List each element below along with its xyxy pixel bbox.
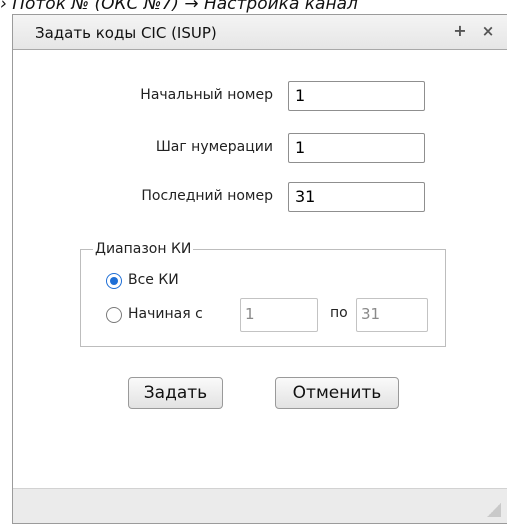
last-number-label: Последний номер — [141, 188, 273, 204]
apply-button[interactable]: Задать — [128, 377, 223, 409]
background-page-caption: › Поток № (ОКС №7) → Настройка канал — [0, 0, 358, 14]
radio-all-channels-button[interactable] — [106, 273, 122, 289]
step-input[interactable]: 1 — [288, 133, 425, 163]
last-number-input[interactable]: 31 — [288, 182, 425, 212]
dialog-title: Задать коды CIC (ISUP) — [35, 24, 217, 42]
close-icon[interactable]: × — [479, 21, 497, 41]
dialog-titlebar[interactable]: Задать коды CIC (ISUP) + × — [13, 15, 507, 50]
start-number-row: Начальный номер 1 — [13, 81, 507, 111]
range-to-label: по — [330, 305, 348, 321]
cic-dialog: Задать коды CIC (ISUP) + × Начальный ном… — [12, 14, 507, 524]
resize-grip-icon[interactable] — [487, 503, 501, 517]
range-from-input[interactable]: 1 — [240, 298, 318, 332]
channel-range-legend: Диапазон КИ — [95, 241, 192, 257]
radio-from-channel-label[interactable]: Начиная с — [128, 306, 203, 322]
last-number-row: Последний номер 31 — [13, 182, 507, 212]
radio-all-channels-label[interactable]: Все КИ — [128, 272, 179, 288]
start-number-label: Начальный номер — [140, 87, 273, 103]
dialog-statusbar — [13, 488, 507, 523]
step-row: Шаг нумерации 1 — [13, 133, 507, 163]
step-label: Шаг нумерации — [155, 139, 273, 155]
cancel-button[interactable]: Отменить — [275, 377, 399, 409]
radio-from-channel-button[interactable] — [106, 307, 122, 323]
plus-icon[interactable]: + — [451, 21, 469, 41]
range-to-input[interactable]: 31 — [356, 298, 428, 332]
start-number-input[interactable]: 1 — [288, 81, 425, 111]
